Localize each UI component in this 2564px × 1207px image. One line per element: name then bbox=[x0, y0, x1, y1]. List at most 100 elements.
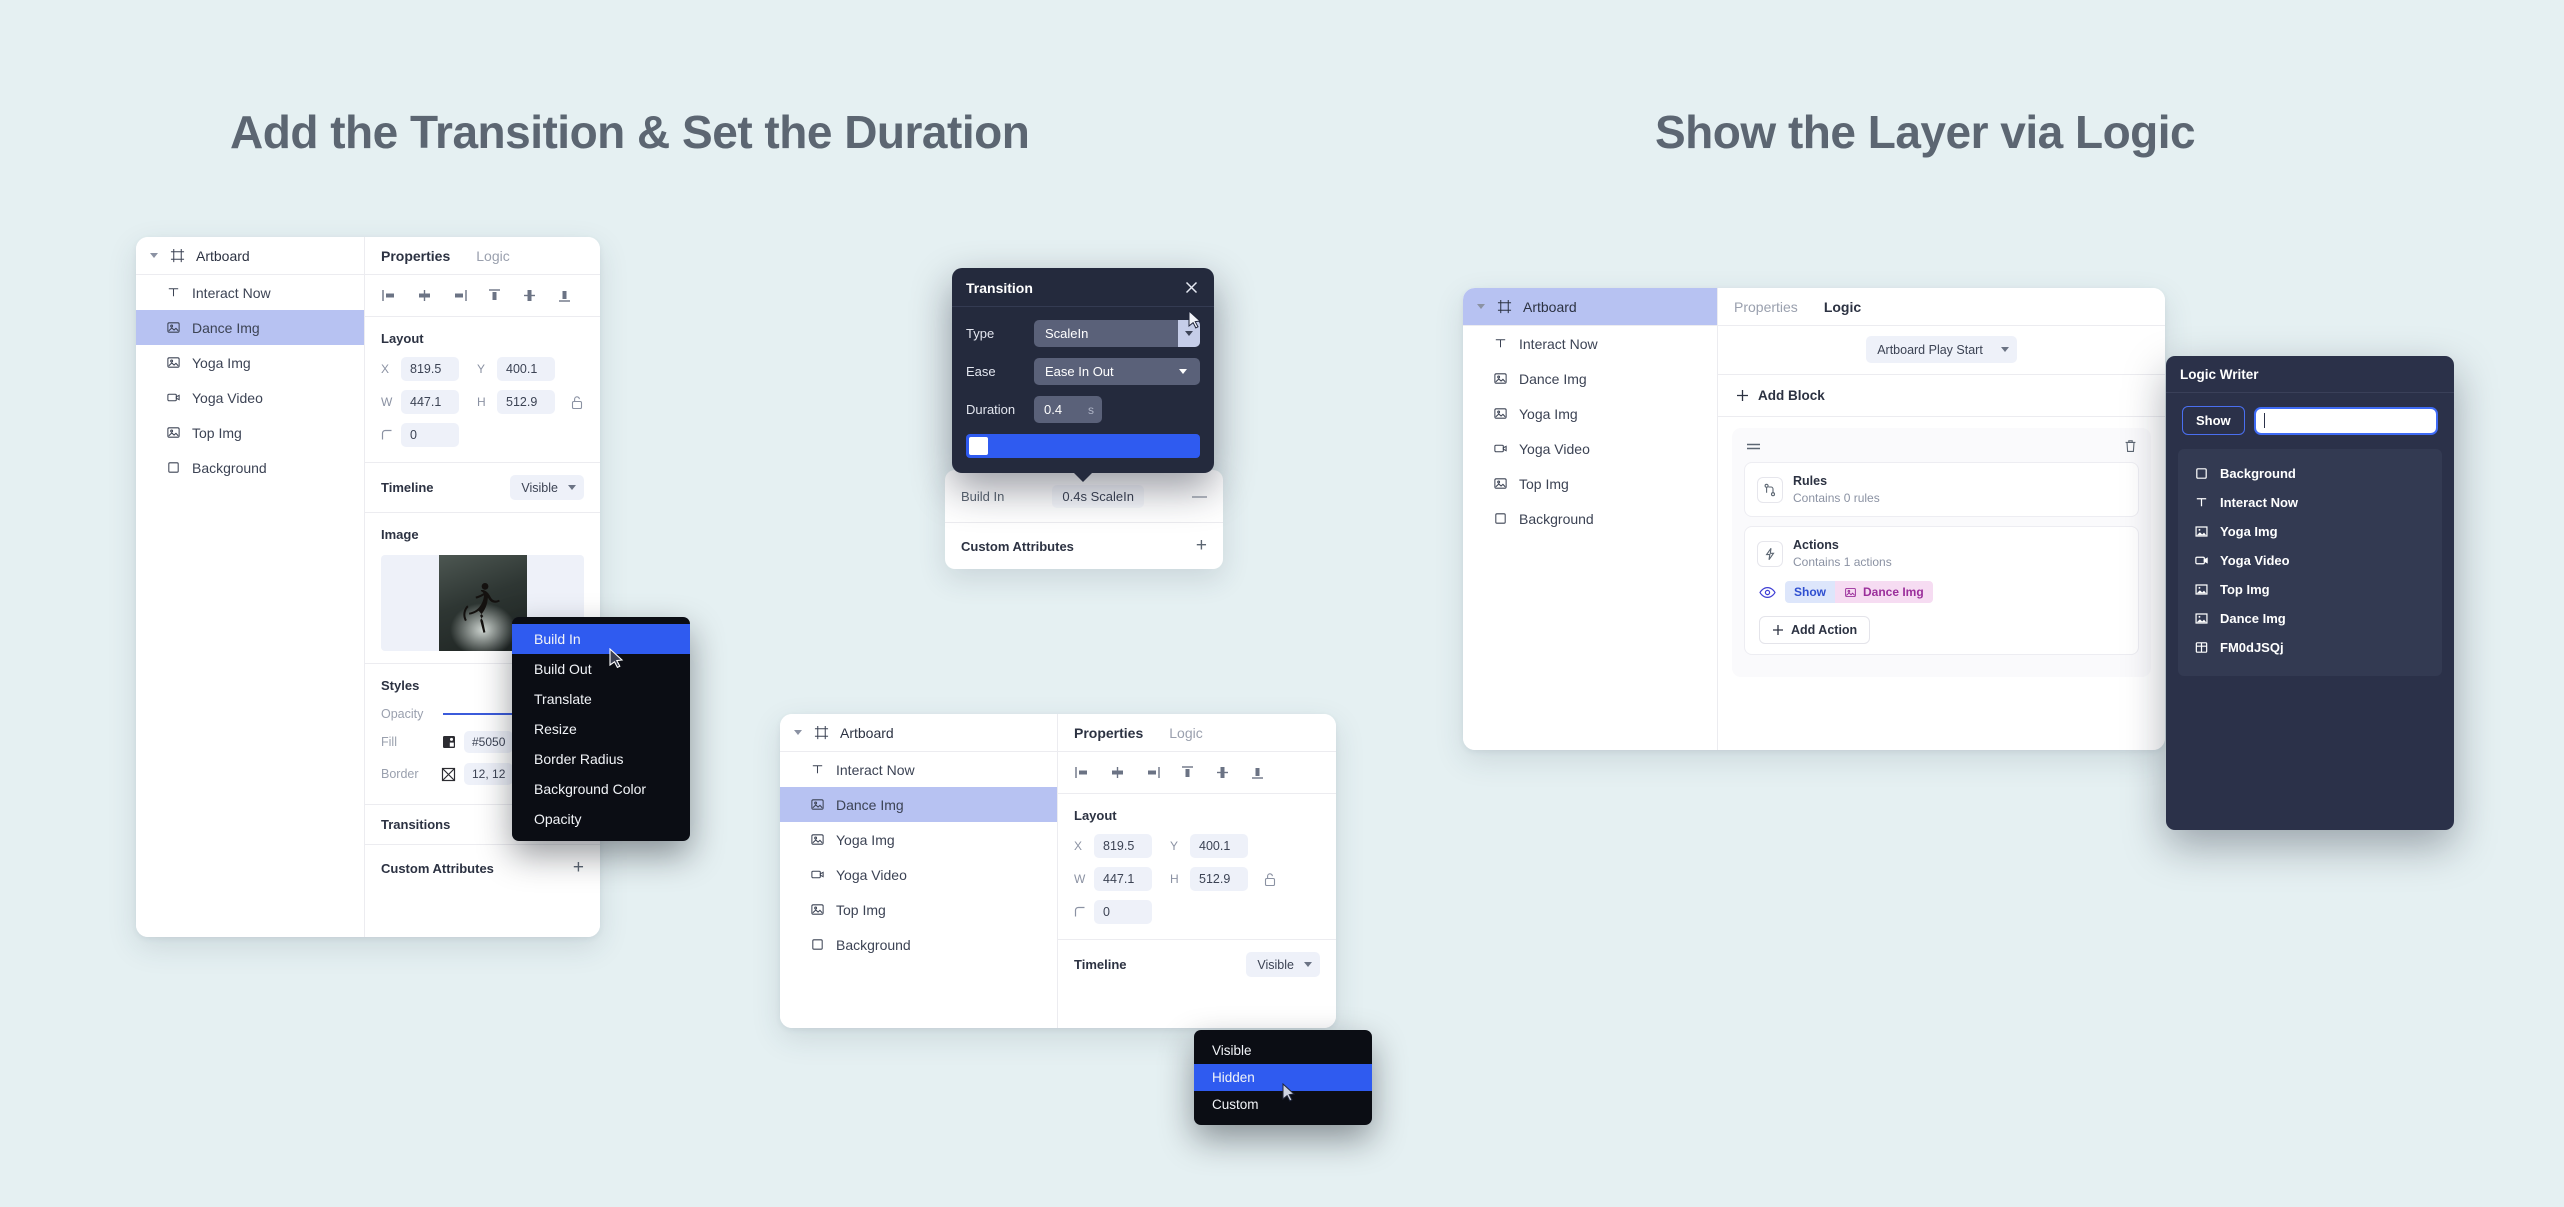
align-top-icon[interactable] bbox=[1179, 764, 1196, 781]
layer-item-yoga-img[interactable]: Yoga Img bbox=[136, 345, 364, 380]
tab-logic[interactable]: Logic bbox=[1169, 725, 1202, 741]
trigger-select[interactable]: Artboard Play Start bbox=[1866, 336, 2017, 363]
tab-logic[interactable]: Logic bbox=[1824, 299, 1861, 315]
logic-writer-verb-button[interactable]: Show bbox=[2182, 406, 2245, 435]
align-left-icon[interactable] bbox=[381, 287, 398, 304]
logic-block-header bbox=[1744, 439, 2139, 453]
border-value[interactable]: 12, 12 bbox=[464, 763, 514, 785]
build-in-value[interactable]: 0.4s ScaleIn bbox=[1052, 485, 1144, 508]
align-bottom-icon[interactable] bbox=[556, 287, 573, 304]
y-input[interactable]: 400.1 bbox=[1190, 834, 1248, 858]
layer-item-background[interactable]: Background bbox=[1463, 501, 1717, 536]
w-input[interactable]: 447.1 bbox=[401, 390, 459, 414]
layer-item-top-img[interactable]: Top Img bbox=[780, 892, 1057, 927]
layer-item-interact-now[interactable]: Interact Now bbox=[1463, 326, 1717, 361]
layer-item-interact-now[interactable]: Interact Now bbox=[136, 275, 364, 310]
timeline-select[interactable]: Visible bbox=[1246, 952, 1320, 977]
timeline-select[interactable]: Visible bbox=[510, 475, 584, 500]
suggestion-yoga-img[interactable]: Yoga Img bbox=[2178, 517, 2442, 546]
add-attribute-button[interactable]: + bbox=[1196, 535, 1207, 557]
remove-build-in-button[interactable]: — bbox=[1192, 488, 1207, 505]
layer-item-yoga-img[interactable]: Yoga Img bbox=[1463, 396, 1717, 431]
menu-item-build-out[interactable]: Build Out bbox=[512, 654, 690, 684]
properties-tabs: Properties Logic bbox=[1058, 714, 1336, 752]
layer-item-top-img[interactable]: Top Img bbox=[1463, 466, 1717, 501]
align-center-h-icon[interactable] bbox=[1109, 764, 1126, 781]
x-input[interactable]: 819.5 bbox=[401, 357, 459, 381]
align-right-icon[interactable] bbox=[451, 287, 468, 304]
action-item[interactable]: Show Dance Img bbox=[1757, 581, 2126, 604]
layer-artboard-label: Artboard bbox=[1523, 298, 1577, 315]
logic-writer-input[interactable] bbox=[2253, 406, 2438, 435]
align-right-icon[interactable] bbox=[1144, 764, 1161, 781]
chevron-down-icon[interactable] bbox=[1477, 304, 1485, 309]
w-input[interactable]: 447.1 bbox=[1094, 867, 1152, 891]
type-select[interactable]: ScaleIn bbox=[1034, 320, 1200, 347]
y-input[interactable]: 400.1 bbox=[497, 357, 555, 381]
layer-item-top-img[interactable]: Top Img bbox=[136, 415, 364, 450]
transition-preview-bar[interactable] bbox=[966, 434, 1200, 458]
h-input[interactable]: 512.9 bbox=[497, 390, 555, 414]
fill-value[interactable]: #5050 bbox=[464, 731, 514, 753]
add-action-button[interactable]: Add Action bbox=[1759, 616, 1871, 645]
layer-item-background[interactable]: Background bbox=[136, 450, 364, 485]
layer-artboard[interactable]: Artboard bbox=[1463, 288, 1717, 326]
tab-properties[interactable]: Properties bbox=[381, 248, 450, 264]
duration-input[interactable]: 0.4 s bbox=[1034, 396, 1102, 423]
dropdown-option-visible[interactable]: Visible bbox=[1194, 1037, 1372, 1064]
menu-item-opacity[interactable]: Opacity bbox=[512, 804, 690, 834]
layer-item-dance-img[interactable]: Dance Img bbox=[1463, 361, 1717, 396]
layer-item-yoga-video[interactable]: Yoga Video bbox=[136, 380, 364, 415]
suggestion-interact-now[interactable]: Interact Now bbox=[2178, 488, 2442, 517]
action-chip[interactable]: Show Dance Img bbox=[1785, 581, 1933, 604]
menu-item-resize[interactable]: Resize bbox=[512, 714, 690, 744]
menu-item-background-color[interactable]: Background Color bbox=[512, 774, 690, 804]
suggestion-top-img[interactable]: Top Img bbox=[2178, 575, 2442, 604]
tab-logic[interactable]: Logic bbox=[476, 248, 509, 264]
trash-icon[interactable] bbox=[2124, 439, 2137, 453]
add-block-button[interactable]: Add Block bbox=[1718, 375, 2165, 417]
layer-item-dance-img[interactable]: Dance Img bbox=[136, 310, 364, 345]
layer-item-interact-now[interactable]: Interact Now bbox=[780, 752, 1057, 787]
chevron-down-icon[interactable] bbox=[150, 253, 158, 258]
menu-item-translate[interactable]: Translate bbox=[512, 684, 690, 714]
align-center-h-icon[interactable] bbox=[416, 287, 433, 304]
duration-row: Duration 0.4 s bbox=[966, 396, 1200, 423]
lock-open-icon[interactable] bbox=[570, 395, 584, 410]
suggestion-background[interactable]: Background bbox=[2178, 459, 2442, 488]
align-center-v-icon[interactable] bbox=[521, 287, 538, 304]
corner-radius-input[interactable]: 0 bbox=[1094, 900, 1152, 924]
lock-open-icon[interactable] bbox=[1263, 872, 1277, 887]
layer-item-background[interactable]: Background bbox=[780, 927, 1057, 962]
h-input[interactable]: 512.9 bbox=[1190, 867, 1248, 891]
suggestion-fm0djsqj[interactable]: FM0dJSQj bbox=[2178, 633, 2442, 662]
layer-item-yoga-img[interactable]: Yoga Img bbox=[780, 822, 1057, 857]
align-left-icon[interactable] bbox=[1074, 764, 1091, 781]
corner-radius-input[interactable]: 0 bbox=[401, 423, 459, 447]
align-bottom-icon[interactable] bbox=[1249, 764, 1266, 781]
layer-item-yoga-video[interactable]: Yoga Video bbox=[1463, 431, 1717, 466]
drag-handle-icon[interactable] bbox=[1746, 441, 1761, 452]
chevron-down-icon[interactable] bbox=[794, 730, 802, 735]
suggestion-dance-img[interactable]: Dance Img bbox=[2178, 604, 2442, 633]
add-attribute-button[interactable]: + bbox=[573, 857, 584, 879]
close-icon[interactable] bbox=[1183, 279, 1200, 296]
align-center-v-icon[interactable] bbox=[1214, 764, 1231, 781]
x-input[interactable]: 819.5 bbox=[1094, 834, 1152, 858]
layer-artboard[interactable]: Artboard bbox=[136, 237, 364, 275]
actions-card[interactable]: Actions Contains 1 actions Show Dance Im… bbox=[1744, 526, 2139, 656]
border-swatch[interactable] bbox=[439, 764, 458, 784]
preview-knob[interactable] bbox=[969, 437, 988, 455]
fill-swatch[interactable] bbox=[439, 732, 458, 752]
ease-select[interactable]: Ease In Out bbox=[1034, 358, 1200, 385]
tab-properties[interactable]: Properties bbox=[1734, 299, 1798, 315]
menu-item-border-radius[interactable]: Border Radius bbox=[512, 744, 690, 774]
rules-card[interactable]: Rules Contains 0 rules bbox=[1744, 462, 2139, 518]
suggestion-yoga-video[interactable]: Yoga Video bbox=[2178, 546, 2442, 575]
layer-item-yoga-video[interactable]: Yoga Video bbox=[780, 857, 1057, 892]
menu-item-build-in[interactable]: Build In bbox=[512, 624, 690, 654]
tab-properties[interactable]: Properties bbox=[1074, 725, 1143, 741]
align-top-icon[interactable] bbox=[486, 287, 503, 304]
layer-artboard[interactable]: Artboard bbox=[780, 714, 1057, 752]
layer-item-dance-img[interactable]: Dance Img bbox=[780, 787, 1057, 822]
